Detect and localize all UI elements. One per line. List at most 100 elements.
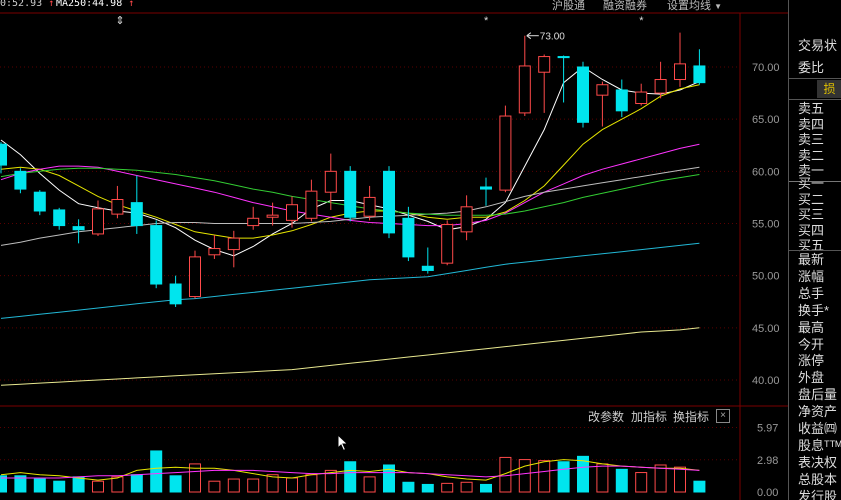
- quote-side-panel: 交易状 委比 损 卖五 卖四 卖三 卖二 卖一 买一 买二 买三 买四 买五 最新 涨幅 总手 换手*…: [788, 0, 841, 500]
- edit-params-button[interactable]: 改参数: [588, 408, 624, 425]
- volume-bar: [227, 478, 240, 493]
- candle-down: [557, 56, 570, 59]
- volume-bar: [286, 477, 298, 493]
- candle-down: [33, 191, 46, 212]
- candle-up: [305, 190, 318, 219]
- volume-bar: [305, 474, 318, 493]
- price-tick-label: 60.00: [752, 166, 780, 178]
- up-arrow-icon: ↑: [48, 0, 55, 9]
- side-divider: [789, 99, 841, 100]
- sell-level-label: 卖五: [798, 101, 825, 116]
- candle-down: [693, 65, 706, 84]
- ma-value-label: 0:52.93 ↑: [0, 0, 54, 9]
- price-tick-label: 65.00: [752, 114, 780, 126]
- ma250-text: MA250:44.98: [56, 0, 123, 9]
- volume-bar: [150, 450, 163, 493]
- kline-chart[interactable]: 70.00 65.00 60.00 55.00 50.00 45.00 40.00 5.97 2…: [0, 0, 841, 500]
- price-tick-label: 40.00: [752, 375, 780, 387]
- volume-bar: [615, 468, 628, 493]
- sell-level-label: 卖三: [798, 132, 825, 147]
- price-grid: [0, 12, 788, 500]
- candle-up: [460, 206, 473, 233]
- add-indicator-button[interactable]: 加指标: [631, 408, 667, 425]
- volume-bar: [72, 476, 85, 493]
- stat-label: 股息ᵀᵀᴹ: [798, 437, 841, 453]
- commission-ratio-label: 委比: [798, 60, 825, 75]
- stat-label: 盘后量: [798, 387, 838, 403]
- stat-label: 净资产: [798, 404, 838, 420]
- stat-label: 总手: [798, 285, 825, 301]
- moving-average-lines: [0, 66, 700, 386]
- volume-bar: [363, 476, 376, 493]
- ma250-label: MA250:44.98 ↑: [56, 0, 134, 9]
- event-marker-icon: *: [639, 15, 644, 27]
- candle-down: [150, 225, 163, 285]
- candle-up: [189, 256, 201, 298]
- volume-bar: [654, 464, 667, 493]
- hk-connect-link[interactable]: 沪股通: [552, 0, 585, 13]
- stat-label: 收益㈣: [798, 421, 838, 436]
- price-tick-label: 55.00: [752, 219, 780, 231]
- candle-up: [247, 217, 260, 227]
- candle-down: [14, 170, 27, 190]
- side-divider: [789, 250, 841, 251]
- candle-up: [596, 84, 609, 96]
- up-arrow-icon: ↑: [128, 0, 135, 9]
- margin-trading-link[interactable]: 融资融券: [603, 0, 647, 13]
- candle-down: [615, 89, 628, 112]
- volume-bar: [208, 480, 221, 493]
- volume-bar: [693, 480, 706, 493]
- volume-bar: [33, 478, 46, 493]
- volume-bar: [635, 472, 648, 493]
- candle-down: [402, 217, 415, 258]
- side-panel-button[interactable]: 损: [817, 80, 841, 98]
- price-tick-label: 70.00: [752, 62, 780, 74]
- candle-up: [499, 115, 512, 191]
- volume-bar: [480, 483, 492, 493]
- volume-bar: [518, 459, 531, 493]
- ma5-line: [0, 66, 700, 257]
- volume-bar: [538, 460, 551, 493]
- set-ma-link[interactable]: 设置均线 ▼: [667, 0, 722, 13]
- ma250-line: [0, 327, 700, 386]
- volume-tick-label: 5.97: [757, 423, 778, 435]
- volume-bar: [111, 476, 124, 493]
- candle-up: [324, 170, 337, 193]
- stat-label: 发行股: [798, 488, 838, 500]
- switch-indicator-button[interactable]: 换指标: [673, 408, 709, 425]
- stat-label: 涨幅: [798, 268, 825, 284]
- candle-down: [480, 186, 492, 190]
- sell-level-label: 卖四: [798, 116, 825, 132]
- candle-down: [130, 202, 143, 227]
- buy-level-label: 买三: [798, 207, 825, 222]
- candle-up: [518, 65, 531, 114]
- candle-up: [363, 196, 376, 217]
- candle-up: [92, 208, 104, 235]
- volume-bar: [674, 466, 686, 493]
- candle-down: [344, 170, 357, 218]
- ma120-line: [0, 242, 700, 319]
- candle-down: [421, 265, 434, 271]
- stat-label: 换手*: [798, 302, 830, 318]
- stat-label: 外盘: [798, 370, 825, 386]
- close-indicator-icon[interactable]: ×: [716, 409, 730, 423]
- ma-legend-bar: 0:52.93 ↑ MA250:44.98 ↑ 沪股通 融资融券 设置均线 ▼: [0, 0, 790, 13]
- volume-bar: [596, 463, 609, 493]
- volume-bar: [92, 480, 104, 493]
- ma-value-text: 0:52.93: [0, 0, 43, 9]
- volume-bar: [441, 482, 454, 493]
- price-tick-label: 45.00: [752, 323, 780, 335]
- candle-down: [72, 226, 85, 231]
- candle-down: [577, 66, 589, 123]
- annotation-label: 73.00: [540, 32, 565, 43]
- volume-tick-label: 0.00: [757, 487, 778, 499]
- candle-up: [227, 237, 240, 251]
- candle-up: [441, 224, 454, 264]
- price-axis: 70.00 65.00 60.00 55.00 50.00 45.00 40.00 5.97 2…: [752, 62, 780, 499]
- stat-label: 最高: [798, 319, 825, 335]
- candle-up: [208, 248, 221, 256]
- stat-label: 表决权: [798, 454, 838, 470]
- event-marker-icon: ⇕: [115, 15, 124, 27]
- volume-bar: [130, 474, 143, 493]
- volume-bar: [53, 480, 66, 493]
